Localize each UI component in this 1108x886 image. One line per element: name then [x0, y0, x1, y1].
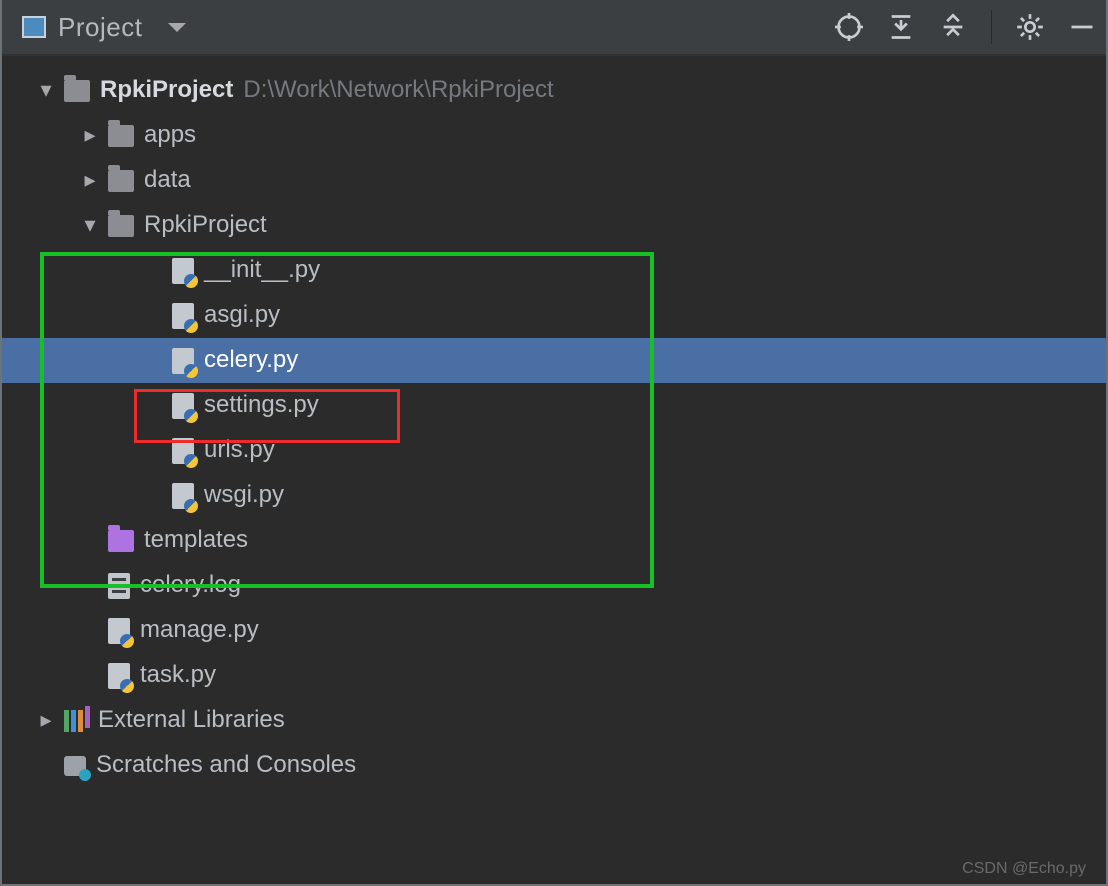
python-file-icon [108, 618, 130, 644]
tree-item-data[interactable]: data [2, 158, 1106, 203]
chevron-right-icon[interactable] [80, 120, 100, 152]
item-label: RpkiProject [144, 208, 267, 243]
watermark: CSDN @Echo.py [962, 860, 1086, 878]
folder-icon [108, 125, 134, 147]
folder-icon [64, 80, 90, 102]
python-file-icon [172, 483, 194, 509]
item-label: asgi.py [204, 298, 280, 333]
item-label: External Libraries [98, 703, 285, 738]
chevron-down-icon[interactable] [80, 210, 100, 242]
tree-item-apps[interactable]: apps [2, 113, 1106, 158]
tree-item-rpkiproject[interactable]: RpkiProject [2, 203, 1106, 248]
minimize-icon[interactable] [1068, 13, 1096, 41]
folder-icon [108, 215, 134, 237]
python-file-icon [172, 438, 194, 464]
folder-icon [108, 170, 134, 192]
item-label: apps [144, 118, 196, 153]
tree-item-celery[interactable]: celery.py [2, 338, 1106, 383]
root-name: RpkiProject [100, 73, 233, 108]
project-icon [22, 16, 46, 38]
project-tree[interactable]: RpkiProject D:\Work\Network\RpkiProject … [2, 56, 1106, 788]
python-file-icon [108, 663, 130, 689]
tree-item-wsgi[interactable]: wsgi.py [2, 473, 1106, 518]
item-label: celery.log [140, 568, 241, 603]
tree-item-celerylog[interactable]: celery.log [2, 563, 1106, 608]
chevron-right-icon[interactable] [36, 705, 56, 737]
project-title: Project [58, 12, 142, 43]
tree-item-task[interactable]: task.py [2, 653, 1106, 698]
item-label: manage.py [140, 613, 259, 648]
project-view-selector[interactable]: Project [22, 12, 186, 43]
item-label: templates [144, 523, 248, 558]
python-file-icon [172, 258, 194, 284]
root-path: D:\Work\Network\RpkiProject [243, 73, 553, 108]
item-label: __init__.py [204, 253, 320, 288]
item-label: urls.py [204, 433, 275, 468]
libraries-icon [64, 710, 88, 732]
tree-item-scratches[interactable]: Scratches and Consoles [2, 743, 1106, 788]
chevron-down-icon[interactable] [36, 75, 56, 107]
item-label: wsgi.py [204, 478, 284, 513]
tree-item-templates[interactable]: templates [2, 518, 1106, 563]
tree-item-asgi[interactable]: asgi.py [2, 293, 1106, 338]
toolbar-actions [835, 10, 1097, 44]
chevron-down-icon [168, 23, 186, 32]
scratches-icon [64, 756, 86, 776]
item-label: task.py [140, 658, 216, 693]
python-file-icon [172, 393, 194, 419]
expand-all-icon[interactable] [887, 13, 915, 41]
item-label: Scratches and Consoles [96, 748, 356, 783]
tree-item-external-libraries[interactable]: External Libraries [2, 698, 1106, 743]
target-icon[interactable] [835, 13, 863, 41]
python-file-icon [172, 348, 194, 374]
chevron-right-icon[interactable] [80, 165, 100, 197]
gear-icon[interactable] [1016, 13, 1044, 41]
tree-root[interactable]: RpkiProject D:\Work\Network\RpkiProject [2, 68, 1106, 113]
python-file-icon [172, 303, 194, 329]
tree-item-init[interactable]: __init__.py [2, 248, 1106, 293]
item-label: settings.py [204, 388, 319, 423]
item-label: celery.py [204, 343, 298, 378]
toolbar-divider [991, 10, 993, 44]
tree-item-urls[interactable]: urls.py [2, 428, 1106, 473]
templates-folder-icon [108, 530, 134, 552]
text-file-icon [108, 573, 130, 599]
tree-item-manage[interactable]: manage.py [2, 608, 1106, 653]
collapse-all-icon[interactable] [939, 13, 967, 41]
item-label: data [144, 163, 191, 198]
project-toolbar: Project [2, 0, 1106, 56]
tree-item-settings[interactable]: settings.py [2, 383, 1106, 428]
